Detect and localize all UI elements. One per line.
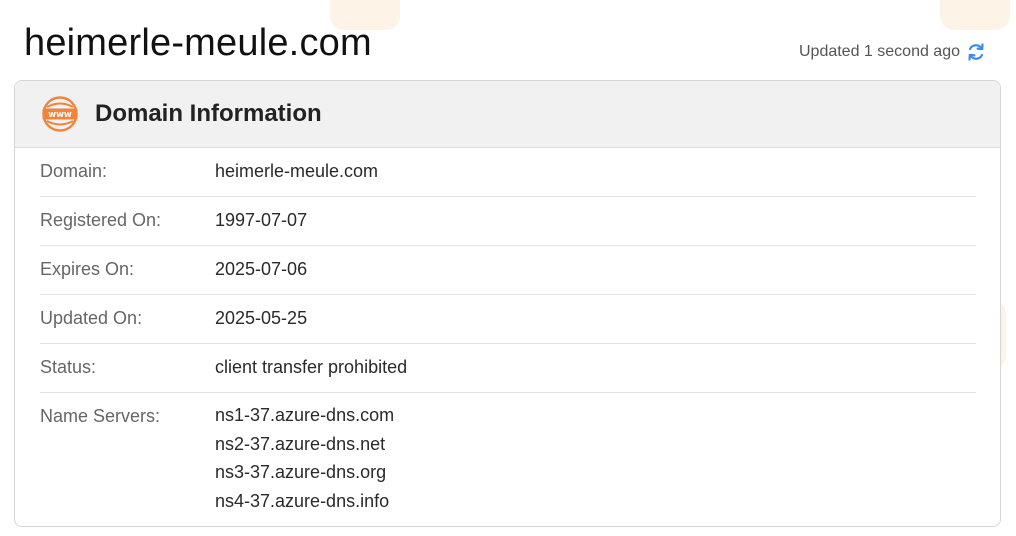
row-value: 2025-07-06 xyxy=(215,259,308,279)
watermark-badge-icon xyxy=(940,0,1010,30)
row-label: Status: xyxy=(40,357,97,377)
row-status: Status: client transfer prohibited xyxy=(40,344,976,393)
row-label: Registered On: xyxy=(40,210,162,230)
row-label: Name Servers: xyxy=(40,406,161,426)
row-value: heimerle-meule.com xyxy=(215,161,379,181)
refresh-icon[interactable] xyxy=(966,42,986,62)
name-server-item: ns2-37.azure-dns.net xyxy=(215,433,386,454)
page-title: heimerle-meule.com xyxy=(24,22,372,64)
watermark-badge-top-right xyxy=(940,0,1010,30)
page: WikiFX heimerle-meule.com Updated 1 seco… xyxy=(0,0,1016,536)
card-header: www Domain Information xyxy=(15,81,1000,148)
domain-information-card: www Domain Information Domain: heimerle-… xyxy=(14,80,1001,527)
row-label: Expires On: xyxy=(40,259,135,279)
row-expires-on: Expires On: 2025-07-06 xyxy=(40,246,976,295)
card-title: Domain Information xyxy=(95,100,322,127)
row-name-servers: Name Servers: ns1-37.azure-dns.com ns2-3… xyxy=(40,393,976,515)
row-label: Domain: xyxy=(40,161,108,181)
row-value: 2025-05-25 xyxy=(215,308,308,328)
row-label: Updated On: xyxy=(40,308,143,328)
name-server-item: ns1-37.azure-dns.com xyxy=(215,405,395,425)
row-updated-on: Updated On: 2025-05-25 xyxy=(40,295,976,344)
row-value: 1997-07-07 xyxy=(215,210,308,230)
name-server-item: ns4-37.azure-dns.info xyxy=(215,490,390,511)
domain-info-list: Domain: heimerle-meule.com Registered On… xyxy=(15,148,1000,515)
last-updated: Updated 1 second ago xyxy=(799,42,986,62)
row-domain: Domain: heimerle-meule.com xyxy=(40,148,976,197)
last-updated-text: Updated 1 second ago xyxy=(798,43,960,60)
name-server-list: ns1-37.azure-dns.com ns2-37.azure-dns.ne… xyxy=(215,393,394,515)
name-server-item: ns3-37.azure-dns.org xyxy=(215,462,387,482)
row-registered-on: Registered On: 1997-07-07 xyxy=(40,197,976,246)
www-globe-icon: www xyxy=(41,95,79,133)
row-value: client transfer prohibited xyxy=(215,357,408,377)
svg-text:www: www xyxy=(48,110,72,120)
